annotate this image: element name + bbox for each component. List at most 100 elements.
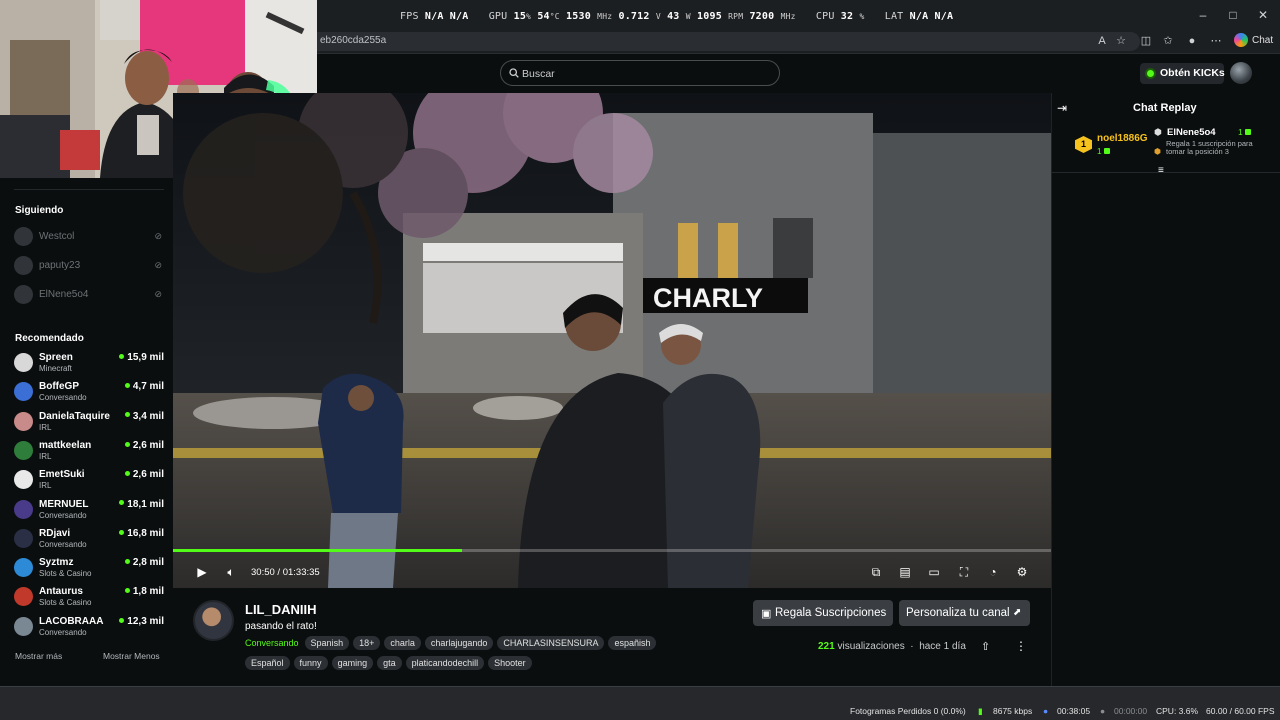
address-field[interactable]	[300, 32, 1140, 51]
record-icon: ●	[1100, 706, 1106, 716]
tag[interactable]: charla	[384, 636, 421, 650]
following-item-name: Westcol	[39, 231, 75, 242]
recommended-channel[interactable]: LACOBRAAA Conversando 12,3 mil	[14, 615, 164, 641]
category-link[interactable]: Conversando	[245, 638, 299, 648]
tag[interactable]: funny	[293, 656, 328, 670]
following-heading: Siguiendo	[15, 205, 64, 216]
channel-category: Conversando	[39, 539, 87, 549]
gift-icon: ⬢	[1154, 147, 1161, 156]
more-options-icon[interactable]: ⋮	[1015, 639, 1027, 653]
live-dot-icon	[119, 529, 125, 535]
viewer-count: 2,8 mil	[124, 557, 164, 568]
user-avatar[interactable]	[1230, 62, 1252, 84]
tag[interactable]: gaming	[331, 656, 374, 670]
cpu-load: 32	[840, 11, 854, 22]
duration: 01:33:35	[282, 567, 320, 578]
lat-values: N/A N/A	[909, 11, 954, 22]
minimize-icon[interactable]: –	[1194, 6, 1212, 24]
viewer-count: 4,7 mil	[124, 381, 164, 392]
performance-overlay: FPS N/A N/A GPU 15% 54°C 1530 MHz 0.712 …	[400, 11, 953, 22]
theater-mode-icon[interactable]: ▭	[926, 564, 942, 580]
favorites-icon[interactable]: ✩	[1160, 33, 1176, 49]
split-screen-icon[interactable]: ◫	[1138, 33, 1154, 49]
tag[interactable]: Shooter	[488, 656, 532, 670]
show-less-link[interactable]: Mostrar Menos	[103, 651, 160, 661]
tag[interactable]: 18+	[353, 636, 381, 650]
customize-channel-button[interactable]: Personaliza tu canal	[899, 600, 1030, 626]
viewer-count-value: 12,3 mil	[127, 615, 164, 627]
tag[interactable]: charlajugando	[424, 636, 494, 650]
avatar	[14, 616, 33, 636]
search-placeholder: Buscar	[522, 68, 555, 80]
copilot-chat-label[interactable]: Chat	[1252, 35, 1273, 46]
video-player[interactable]: CHARLY	[173, 93, 1051, 588]
read-aloud-icon[interactable]: A	[1094, 33, 1110, 49]
volume-icon[interactable]: 🔈︎	[223, 564, 239, 580]
viewer-count-value: 2,6 mil	[132, 469, 164, 481]
viewer-count: 15,9 mil	[119, 352, 164, 363]
gpu-clock-unit: MHz	[597, 12, 613, 21]
recommended-channel[interactable]: RDjavi Conversando 16,8 mil	[14, 527, 164, 553]
viewer-count: 2,6 mil	[124, 440, 164, 451]
obs-cpu: CPU: 3.6%	[1156, 706, 1199, 716]
gpu-load-unit: %	[526, 12, 532, 21]
record-time: 00:00:00	[1114, 706, 1148, 716]
tag[interactable]: CHARLASINSENSURA	[497, 636, 605, 650]
recommended-channel[interactable]: Antaurus Slots & Casino 1,8 mil	[14, 585, 164, 611]
recommended-channel[interactable]: mattkeelan IRL 2,6 mil	[14, 439, 164, 465]
gift-subscriptions-button[interactable]: Regala Suscripciones	[753, 600, 894, 626]
gift-position: 3	[1224, 147, 1229, 156]
recommended-channel[interactable]: Syztmz Slots & Casino 2,8 mil	[14, 556, 164, 582]
viewer-count-value: 18,1 mil	[127, 498, 164, 510]
tag[interactable]: gta	[377, 656, 402, 670]
posted-time: hace 1 día	[919, 641, 966, 652]
offline-icon: ⊘	[154, 260, 162, 270]
play-icon[interactable]: ▶	[194, 564, 210, 580]
recommended-channel[interactable]: BoffeGP Conversando 4,7 mil	[14, 380, 164, 406]
profile-icon[interactable]: ●	[1184, 33, 1200, 49]
view-count: 221 visualizaciones · hace 1 día	[818, 641, 966, 652]
channel-category: Conversando	[39, 627, 87, 637]
tag[interactable]: Español	[245, 656, 290, 670]
tag[interactable]: platicandodechill	[405, 656, 485, 670]
viewer-count-value: 1,8 mil	[132, 586, 164, 598]
recommended-channel[interactable]: Spreen Minecraft 15,9 mil	[14, 351, 164, 377]
maximize-icon[interactable]: □	[1224, 6, 1242, 24]
favorite-star-icon[interactable]: ☆	[1113, 33, 1129, 49]
offline-icon: ⊘	[154, 231, 162, 241]
tag[interactable]: Spanish	[304, 636, 350, 650]
pip-icon[interactable]: ⧉	[868, 564, 884, 580]
following-item[interactable]: Westcol ⊘	[14, 227, 164, 249]
fullscreen-icon[interactable]: ⛶	[956, 564, 972, 580]
channel-name: DanielaTaquire	[39, 410, 110, 422]
collapse-chat-icon[interactable]: ⇥	[1057, 101, 1067, 115]
video-frame: CHARLY	[173, 93, 1051, 588]
tag[interactable]: españish	[608, 636, 657, 650]
channel-name[interactable]: LIL_DANIIH	[245, 602, 317, 617]
expand-icon[interactable]: ≡	[1158, 165, 1164, 176]
viewer-count: 18,1 mil	[119, 499, 164, 510]
recommended-channel[interactable]: MERNUEL Conversando 18,1 mil	[14, 498, 164, 524]
live-dot-icon	[124, 383, 130, 389]
chat-username[interactable]: ElNene5o4	[1167, 127, 1216, 138]
obs-fps: 60.00 / 60.00 FPS	[1206, 706, 1275, 716]
gifter-name[interactable]: noel1886G	[1097, 133, 1148, 144]
recommended-channel[interactable]: EmetSuki IRL 2,6 mil	[14, 468, 164, 494]
show-more-link[interactable]: Mostrar más	[15, 651, 62, 661]
channel-category: IRL	[39, 481, 52, 491]
search-icon	[509, 68, 519, 78]
clip-icon[interactable]: ▤	[897, 564, 913, 580]
gpu-voltage: 0.712	[618, 11, 650, 22]
following-item[interactable]: ElNene5o4 ⊘	[14, 285, 164, 307]
close-icon[interactable]: ✕	[1254, 6, 1272, 24]
time-separator: /	[277, 567, 281, 578]
more-menu-icon[interactable]: ⋯	[1208, 33, 1224, 49]
settings-gear-icon[interactable]: ⚙	[1014, 564, 1030, 580]
speed-icon[interactable]: ◔	[985, 564, 1001, 580]
channel-category: Minecraft	[39, 364, 72, 373]
share-icon[interactable]: ⇧	[981, 640, 990, 653]
channel-avatar[interactable]	[193, 600, 234, 641]
recommended-channel[interactable]: DanielaTaquire IRL 3,4 mil	[14, 410, 164, 436]
copilot-icon[interactable]	[1234, 33, 1248, 47]
following-item[interactable]: paputy23 ⊘	[14, 256, 164, 278]
